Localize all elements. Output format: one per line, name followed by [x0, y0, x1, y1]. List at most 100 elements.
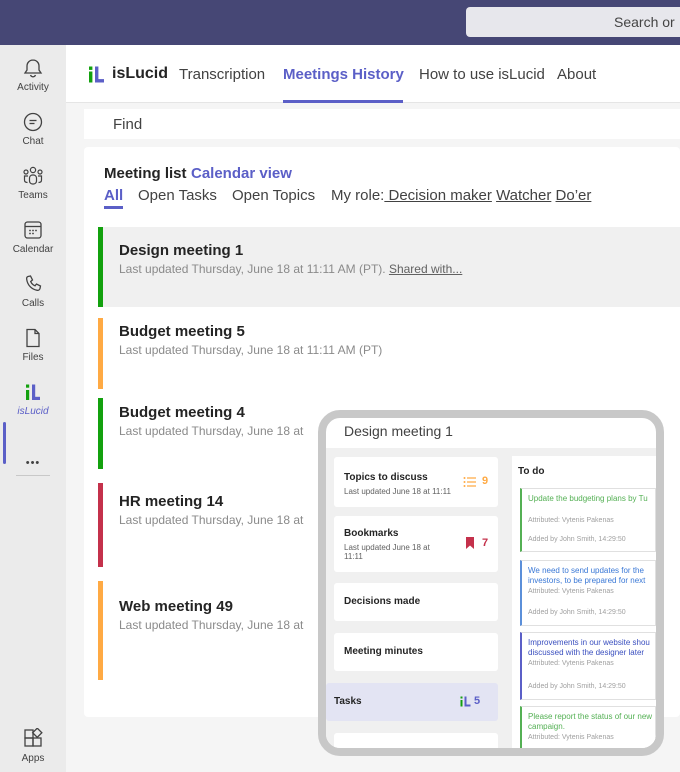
calendar-icon	[24, 221, 42, 239]
rail-item-files[interactable]: Files	[0, 327, 66, 377]
preview-header: Design meeting 1	[326, 418, 656, 448]
meeting-color-bar	[98, 581, 103, 680]
todo-panel: To do Update the budgeting plans by Tu A…	[512, 456, 656, 748]
list-icon	[463, 477, 476, 487]
tile-title: Topics to discuss	[344, 472, 428, 483]
tile-subtitle: Last updated June 18 at 11:11	[344, 543, 430, 561]
rail-item-activity[interactable]: Activity	[0, 57, 66, 107]
todo-title: To do	[518, 466, 545, 477]
islucid-icon	[460, 696, 471, 707]
role-filter: My role: Decision maker Watcher Do’er	[331, 187, 591, 204]
preview-title: Design meeting 1	[344, 423, 453, 439]
meeting-meta: Last updated Thursday, June 18 at	[119, 424, 304, 438]
todo-item[interactable]: Improvements in our website shou discuss…	[520, 632, 656, 700]
tile-title: Bookmarks	[344, 528, 399, 539]
app-name: isLucid	[112, 65, 169, 82]
meeting-meta: Last updated Thursday, June 18 at 11:11 …	[119, 343, 383, 357]
rail-item-islucid[interactable]: isLucid	[0, 381, 66, 431]
find-placeholder: Find	[113, 116, 143, 133]
tile-topics[interactable]: Topics to discuss Last updated June 18 a…	[334, 457, 498, 507]
preview-todo-area: To do Update the budgeting plans by Tu A…	[506, 448, 656, 748]
rail-label: Activity	[17, 82, 49, 93]
meeting-row[interactable]: Budget meeting 5 Last updated Thursday, …	[98, 318, 680, 389]
todo-item[interactable]: Update the budgeting plans by Tu Attribu…	[520, 488, 656, 552]
todo-item[interactable]: We need to send updates for the investor…	[520, 560, 656, 626]
preview-sections: Topics to discuss Last updated June 18 a…	[326, 448, 506, 748]
meeting-updated: Last updated Thursday, June 18 at 11:11 …	[119, 262, 389, 276]
meeting-color-bar	[98, 318, 103, 389]
shared-with-link[interactable]: Shared with...	[389, 262, 462, 276]
tile-badge: 9	[482, 475, 489, 487]
tab-transcription[interactable]: Transcription	[179, 66, 265, 83]
tab-about[interactable]: About	[557, 66, 596, 83]
tile-more[interactable]	[334, 733, 498, 748]
tile-title: Meeting minutes	[344, 646, 423, 657]
rail-label: Teams	[18, 190, 48, 201]
tile-tasks[interactable]: Tasks 5	[326, 683, 498, 721]
rail-label: Calls	[21, 298, 45, 309]
meeting-list-title: Meeting list	[104, 165, 187, 182]
rail-label: Apps	[21, 753, 45, 764]
meeting-row[interactable]: Design meeting 1 Last updated Thursday, …	[98, 227, 680, 307]
tile-badge: 5	[474, 695, 481, 707]
teams-icon	[23, 166, 43, 185]
bell-icon	[23, 59, 43, 78]
rail-label: Chat	[22, 136, 44, 147]
meeting-name: Budget meeting 5	[119, 323, 245, 340]
file-icon	[26, 328, 40, 348]
role-decision-maker[interactable]: Decision maker	[384, 187, 492, 204]
rail-item-chat[interactable]: Chat	[0, 111, 66, 161]
tile-decisions[interactable]: Decisions made	[334, 583, 498, 621]
todo-attributed: Attributed: Vytenis Pakenas	[528, 660, 614, 667]
rail-label: Files	[22, 352, 44, 363]
bookmark-icon	[466, 537, 474, 549]
phone-icon	[26, 275, 42, 291]
role-watcher[interactable]: Watcher	[496, 187, 551, 204]
role-doer[interactable]: Do’er	[556, 187, 592, 204]
islucid-logo-icon	[89, 66, 104, 83]
meeting-meta: Last updated Thursday, June 18 at 11:11 …	[119, 262, 462, 276]
rail-item-more[interactable]: •••	[0, 453, 66, 473]
todo-text: We need to send updates for the investor…	[528, 566, 646, 585]
meeting-color-bar	[98, 483, 103, 567]
meeting-meta: Last updated Thursday, June 18 at	[119, 513, 304, 527]
find-input[interactable]: Find	[84, 109, 680, 139]
filter-all[interactable]: All	[104, 187, 123, 204]
todo-text: Update the budgeting plans by Tu	[528, 494, 648, 503]
rail-divider	[16, 475, 50, 476]
todo-added: Added by John Smith, 14:29:50	[528, 683, 626, 690]
chat-icon	[23, 112, 43, 132]
tile-minutes[interactable]: Meeting minutes	[334, 633, 498, 671]
todo-text: Please report the status of our new camp…	[528, 712, 653, 731]
rail-item-teams[interactable]: Teams	[0, 165, 66, 215]
rail-item-apps[interactable]: Apps	[0, 728, 66, 772]
filter-open-topics[interactable]: Open Topics	[232, 187, 315, 204]
rail-item-calendar[interactable]: Calendar	[0, 219, 66, 269]
meeting-name: HR meeting 14	[119, 493, 224, 510]
todo-attributed: Attributed: Vytenis Pakenas	[528, 588, 614, 595]
more-icon: •••	[25, 457, 41, 469]
rail-item-calls[interactable]: Calls	[0, 273, 66, 323]
search-input[interactable]: Search or	[466, 7, 680, 37]
meeting-preview-panel: Design meeting 1 Topics to discuss Last …	[318, 410, 664, 756]
apps-icon	[24, 728, 43, 747]
tile-title: Decisions made	[344, 596, 421, 607]
meeting-meta: Last updated Thursday, June 18 at	[119, 618, 304, 632]
todo-attributed: Attributed: Vytenis Pakenas	[528, 517, 614, 524]
rail-label: Calendar	[12, 244, 54, 255]
tab-meetings-history[interactable]: Meetings History	[283, 66, 404, 83]
tile-subtitle: Last updated June 18 at 11:11	[344, 487, 451, 496]
tab-how-to-use[interactable]: How to use isLucid	[419, 66, 545, 83]
meeting-name: Web meeting 49	[119, 598, 233, 615]
calendar-view-link[interactable]: Calendar view	[191, 165, 292, 182]
todo-text: Improvements in our website shou discuss…	[528, 638, 650, 657]
filter-open-tasks[interactable]: Open Tasks	[138, 187, 217, 204]
teams-top-bar: Search or	[0, 0, 680, 45]
meeting-color-bar	[98, 227, 103, 307]
tile-bookmarks[interactable]: Bookmarks Last updated June 18 at 11:11 …	[334, 516, 498, 572]
todo-item[interactable]: Please report the status of our new camp…	[520, 706, 656, 748]
todo-added: Added by John Smith, 14:29:50	[528, 609, 626, 616]
active-filter-underline	[104, 206, 123, 209]
tile-badge: 7	[482, 537, 489, 549]
tile-title: Tasks	[334, 696, 362, 707]
